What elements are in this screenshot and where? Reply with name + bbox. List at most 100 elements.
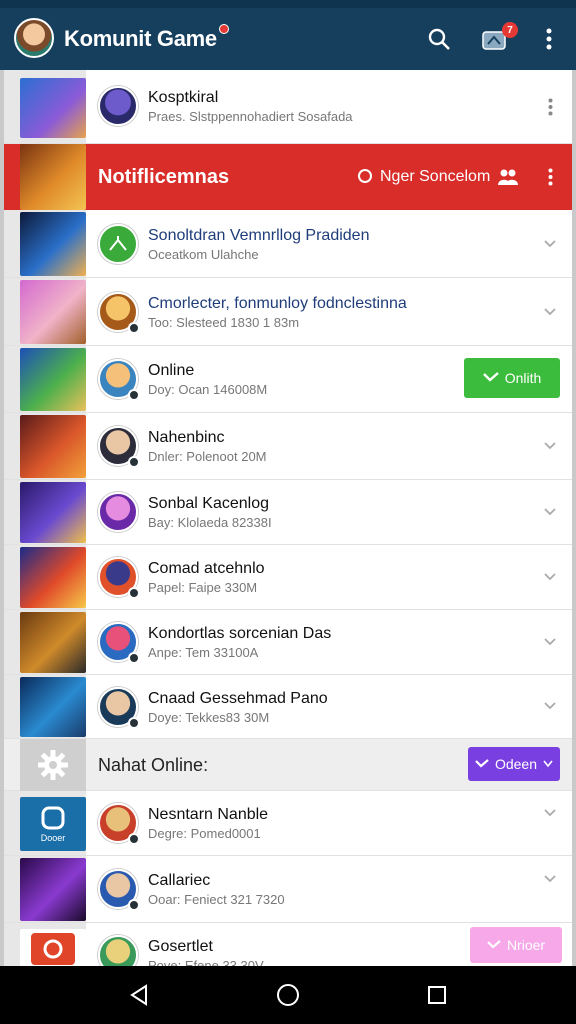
game-thumbnail	[20, 929, 86, 966]
status-dot	[128, 456, 140, 468]
back-icon[interactable]	[124, 980, 154, 1010]
group-icon[interactable]	[498, 168, 518, 186]
game-thumbnail	[20, 415, 86, 478]
list-item[interactable]: Cmorlecter, fonmunloy fodnclestinna Too:…	[4, 278, 572, 346]
item-subtitle: Praes. Slstppennohadiert Sosafada	[148, 109, 353, 124]
chevron-down-icon[interactable]	[542, 236, 558, 252]
game-thumbnail	[20, 677, 86, 737]
game-thumbnail	[20, 482, 86, 543]
item-name: Nahenbinc	[148, 429, 225, 446]
item-name: Cnaad Gessehmad Pano	[148, 690, 328, 707]
app-title: Komunit Game	[64, 26, 217, 51]
search-icon[interactable]	[424, 24, 454, 54]
item-subtitle: Bay: Klolaeda 82338I	[148, 515, 272, 530]
avatar	[98, 935, 138, 966]
notifications-banner: Notiflicemnas Nger Soncelom	[4, 144, 572, 210]
item-name: Nesntarn Nanble	[148, 806, 269, 823]
profile-avatar[interactable]	[14, 18, 54, 58]
banner-menu-icon[interactable]	[540, 167, 560, 187]
list-item[interactable]: Gosertlet Pove: Efene 33 30V Nrioer	[4, 923, 572, 966]
item-subtitle: Ooar: Feniect 321 7320	[148, 892, 285, 907]
online-indicator-icon	[358, 169, 372, 183]
chevron-down-icon[interactable]	[542, 569, 558, 585]
item-name: Gosertlet	[148, 938, 213, 955]
avatar	[98, 492, 138, 532]
game-list: Kosptkiral Praes. Slstppennohadiert Sosa…	[0, 70, 576, 966]
gear-icon[interactable]	[20, 739, 86, 791]
section-title: Nahat Online:	[98, 755, 209, 775]
item-subtitle: Degre: Pomed0001	[148, 826, 261, 841]
game-thumbnail	[20, 348, 86, 411]
check-icon	[482, 372, 499, 382]
notification-count-badge: 7	[502, 22, 518, 38]
item-name: Sonoltdran Vemnrllog Pradiden	[148, 227, 370, 244]
online-button-label: Onlith	[504, 370, 542, 386]
list-item[interactable]: Sonoltdran Vemnrllog Pradiden Oceatkom U…	[4, 210, 572, 278]
recents-icon[interactable]	[422, 980, 452, 1010]
action-button-label: Nrioer	[506, 937, 546, 953]
game-thumbnail	[20, 280, 86, 344]
list-item[interactable]: Kondortlas sorcenian Das Anpe: Tem 33100…	[4, 610, 572, 675]
banner-online-label[interactable]: Nger Soncelom	[380, 168, 490, 186]
game-thumbnail	[20, 612, 86, 673]
item-subtitle: Dnler: Polenoot 20M	[148, 449, 267, 464]
section-header: Nahat Online: Odeen	[4, 739, 572, 791]
section-action-button[interactable]: Odeen	[468, 747, 560, 781]
check-icon	[487, 939, 501, 948]
list-item[interactable]: Online Doy: Ocan 146008M Onlith	[4, 346, 572, 413]
item-subtitle: Oceatkom Ulahche	[148, 247, 259, 262]
item-name: Kondortlas sorcenian Das	[148, 625, 332, 642]
action-button[interactable]: Nrioer	[470, 927, 562, 963]
item-subtitle: Too: Slesteed 1830 1 83m	[148, 315, 300, 330]
avatar	[98, 86, 138, 126]
status-dot	[128, 833, 140, 845]
app-logo-icon	[41, 806, 65, 830]
item-subtitle: Papel: Faipe 330M	[148, 580, 258, 595]
item-name: Sonbal Kacenlog	[148, 495, 269, 512]
chevron-down-icon	[543, 760, 553, 768]
chevron-down-icon[interactable]	[542, 438, 558, 454]
status-dot	[128, 587, 140, 599]
chevron-down-icon[interactable]	[542, 304, 558, 320]
android-icon	[98, 224, 138, 264]
list-item[interactable]: Kosptkiral Praes. Slstppennohadiert Sosa…	[4, 70, 572, 144]
item-subtitle: Anpe: Tem 33100A	[148, 645, 259, 660]
list-item[interactable]: Cnaad Gessehmad Pano Doye: Tekkes83 30M	[4, 675, 572, 739]
item-name: Comad atcehnlo	[148, 560, 265, 577]
item-menu-icon[interactable]	[540, 97, 560, 117]
item-name: Kosptkiral	[148, 89, 219, 106]
chevron-down-icon[interactable]	[542, 871, 558, 887]
status-dot	[128, 322, 140, 334]
game-thumbnail	[20, 858, 86, 921]
game-thumbnail: Dooer	[20, 797, 86, 851]
list-item[interactable]: Callariec Ooar: Feniect 321 7320	[4, 856, 572, 923]
game-thumbnail	[20, 78, 86, 138]
status-dot	[128, 652, 140, 664]
item-name: Callariec	[148, 872, 211, 889]
check-icon	[475, 758, 489, 767]
chevron-down-icon[interactable]	[542, 634, 558, 650]
list-item[interactable]: Nahenbinc Dnler: Polenoot 20M	[4, 413, 572, 480]
game-thumbnail	[20, 212, 86, 276]
status-dot	[128, 717, 140, 729]
item-name: Online	[148, 362, 195, 379]
chevron-down-icon[interactable]	[542, 805, 558, 821]
section-action-label: Odeen	[494, 756, 538, 772]
list-item[interactable]: Sonbal Kacenlog Bay: Klolaeda 82338I	[4, 480, 572, 545]
title-badge	[219, 24, 229, 34]
item-subtitle: Doy: Ocan 146008M	[148, 382, 268, 397]
online-button[interactable]: Onlith	[464, 358, 560, 398]
list-item[interactable]: Comad atcehnlo Papel: Faipe 330M	[4, 545, 572, 610]
list-item[interactable]: Dooer Nesntarn Nanble Degre: Pomed0001	[4, 791, 572, 856]
app-bar: Komunit Game 7	[0, 8, 576, 70]
home-icon[interactable]	[273, 980, 303, 1010]
overflow-menu-icon[interactable]	[534, 24, 564, 54]
item-subtitle: Doye: Tekkes83 30M	[148, 710, 270, 725]
item-name: Cmorlecter, fonmunloy fodnclestinna	[148, 295, 407, 312]
banner-title: Notiflicemnas	[98, 166, 230, 188]
chevron-down-icon[interactable]	[542, 698, 558, 714]
status-bar	[0, 0, 576, 8]
chevron-down-icon[interactable]	[542, 504, 558, 520]
status-dot	[128, 389, 140, 401]
app-logo-icon	[31, 933, 75, 965]
